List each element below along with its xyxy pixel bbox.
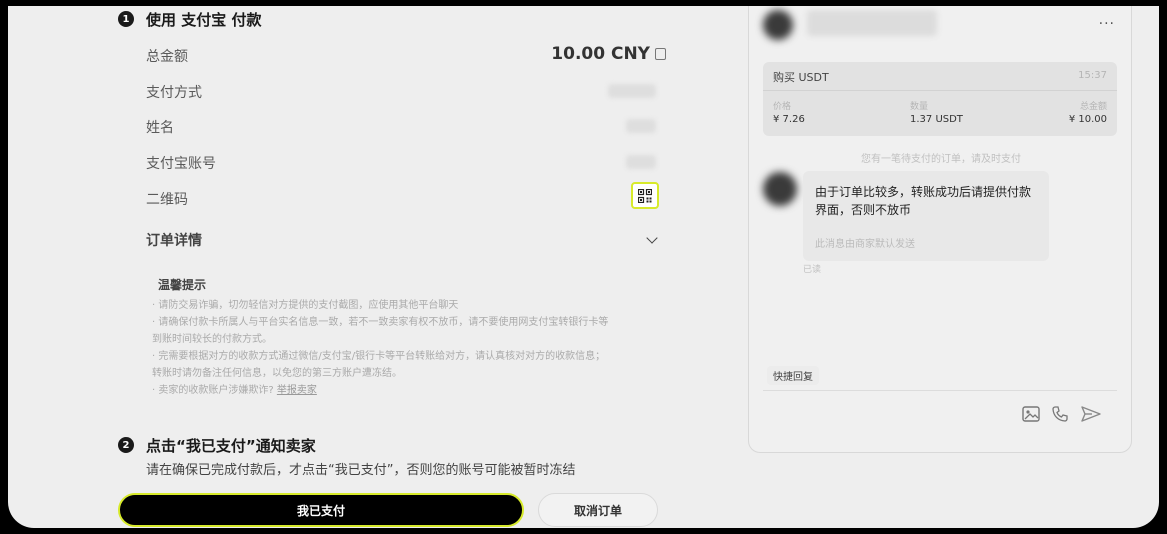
price-value: ¥ 7.26 [773, 114, 805, 125]
total-value: ¥ 10.00 [1068, 114, 1107, 125]
message-text: 由于订单比较多，转账成功后请提供付款界面，否则不放币 [815, 185, 1032, 217]
seller-avatar [763, 10, 793, 40]
report-seller-link[interactable]: 举报卖家 [277, 385, 317, 396]
cancel-order-button[interactable]: 取消订单 [538, 493, 658, 527]
price-label: 价格 [773, 102, 792, 112]
tip-line: 到账时间较长的付款方式。 [152, 334, 272, 345]
quantity-value: 1.37 USDT [910, 114, 963, 125]
tip-line-report: · 卖家的收款账户涉嫌欺诈? 举报卖家 [148, 382, 648, 399]
chat-message: 由于订单比较多，转账成功后请提供付款界面，否则不放币 此消息由商家默认发送 [803, 171, 1049, 261]
tip-line: 转账时请勿备注任何信息，以免您的第三方账户遭冻结。 [152, 368, 402, 379]
chevron-down-icon[interactable] [646, 232, 658, 244]
copy-icon[interactable] [655, 48, 666, 60]
quick-reply-button[interactable]: 快捷回复 [767, 366, 819, 385]
p2p-payment-page: 1 使用 支付宝 付款 总金额 10.00 CNY 支付方式 姓名 支付宝账号 … [8, 6, 1159, 528]
alipay-account-label: 支付宝账号 [146, 156, 216, 172]
total-amount-label: 总金额 [146, 49, 188, 65]
payment-method-value-redacted [608, 84, 656, 98]
order-details-toggle[interactable]: 订单详情 [146, 230, 202, 250]
payment-panel: 1 使用 支付宝 付款 总金额 10.00 CNY 支付方式 姓名 支付宝账号 … [8, 6, 748, 528]
read-status: 已读 [803, 265, 822, 275]
total-amount-text: 10.00 CNY [551, 44, 650, 64]
step-1-title: 使用 支付宝 付款 [146, 11, 262, 29]
phone-icon[interactable] [1052, 406, 1068, 422]
step-2-subtitle: 请在确保已完成付款后，才点击“我已支付”，否则您的账号可能被暂时冻结 [146, 463, 576, 478]
payee-name-value-redacted [626, 119, 656, 133]
alipay-account-value-redacted [626, 155, 656, 169]
step-2-title: 点击“我已支付”通知卖家 [146, 437, 316, 455]
payee-name-label: 姓名 [146, 120, 174, 136]
message-avatar [763, 172, 797, 206]
step-1-badge: 1 [118, 11, 134, 27]
card-title: 购买 USDT [773, 71, 829, 84]
tips-title: 温馨提示 [158, 278, 207, 292]
warm-tips-box: 温馨提示 · 请防交易诈骗，切勿轻信对方提供的支付截图，应使用其他平台聊天 · … [148, 276, 648, 399]
system-note: 您有一笔待支付的订单，请及时支付 [861, 154, 1021, 165]
card-time: 15:37 [1078, 70, 1107, 81]
tip-report-text: · 卖家的收款账户涉嫌欺诈? [152, 385, 274, 396]
step-2-badge: 2 [118, 437, 134, 453]
tip-line: · 请确保付款卡所属人与平台实名信息一致，若不一致卖家有权不放币，请不要使用网支… [152, 317, 609, 328]
send-icon[interactable] [1081, 406, 1101, 422]
order-summary-card: 购买 USDT 15:37 价格 ¥ 7.26 数量 1.37 USDT 总金额… [763, 62, 1117, 136]
total-amount-value: 10.00 CNY [551, 44, 666, 64]
qr-code-label: 二维码 [146, 192, 188, 208]
qr-code-button[interactable] [631, 182, 659, 209]
chat-panel: ... 购买 USDT 15:37 价格 ¥ 7.26 数量 1.37 USDT… [748, 6, 1132, 453]
quantity-label: 数量 [910, 102, 929, 112]
total-label: 总金额 [1079, 102, 1107, 112]
chat-input-divider [763, 390, 1117, 391]
i-have-paid-button[interactable]: 我已支付 [118, 493, 524, 527]
qr-code-icon [638, 188, 652, 203]
image-icon[interactable] [1022, 406, 1040, 422]
tip-line: · 完需要根据对方的收款方式通过微信/支付宝/银行卡等平台转账给对方，请认真核对… [152, 351, 606, 362]
card-divider [763, 90, 1117, 91]
more-options-icon[interactable]: ... [1099, 12, 1115, 28]
payment-method-label: 支付方式 [146, 85, 202, 101]
message-auto-note: 此消息由商家默认发送 [815, 239, 915, 250]
seller-name-redacted [807, 10, 937, 36]
tip-line: · 请防交易诈骗，切勿轻信对方提供的支付截图，应使用其他平台聊天 [152, 300, 459, 311]
